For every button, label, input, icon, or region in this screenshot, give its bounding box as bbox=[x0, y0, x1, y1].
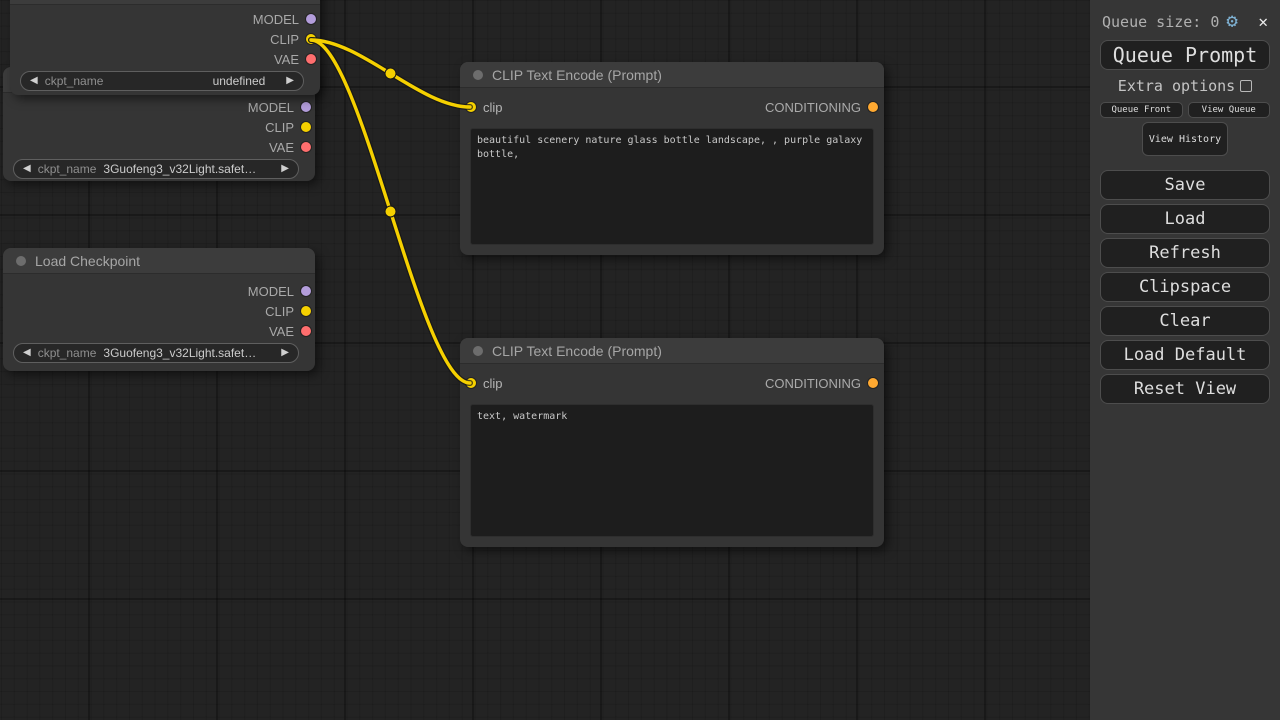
node-canvas[interactable]: MODEL CLIP VAE ◀ ckpt_name 3Guofeng3_v32… bbox=[0, 0, 1280, 720]
extra-options-row: Extra options bbox=[1100, 77, 1270, 95]
close-icon[interactable]: ✕ bbox=[1258, 14, 1268, 30]
slot-label: CLIP bbox=[265, 304, 294, 319]
prev-value-icon[interactable]: ◀ bbox=[23, 348, 31, 358]
widget-value: 3Guofeng3_v32Light.safeten… bbox=[103, 346, 274, 360]
output-slot-vae: VAE bbox=[3, 137, 315, 157]
settings-gear-icon[interactable]: ⚙ bbox=[1226, 12, 1237, 31]
extra-options-label: Extra options bbox=[1118, 77, 1235, 95]
next-value-icon[interactable]: ▶ bbox=[286, 76, 294, 86]
wire-outline bbox=[311, 40, 470, 107]
queue-front-button[interactable]: Queue Front bbox=[1100, 102, 1183, 118]
output-slot-model: MODEL bbox=[3, 97, 315, 117]
collapse-dot-icon[interactable] bbox=[473, 70, 483, 80]
queue-actions-row: Queue Front View Queue bbox=[1100, 102, 1270, 118]
input-slot-label: clip bbox=[483, 100, 503, 115]
node-title: CLIP Text Encode (Prompt) bbox=[492, 67, 662, 83]
widget-value: undefined bbox=[110, 74, 279, 88]
output-slot-clip: CLIP bbox=[3, 301, 315, 321]
view-queue-button[interactable]: View Queue bbox=[1188, 102, 1271, 118]
widget-value: 3Guofeng3_v32Light.safeten… bbox=[103, 162, 274, 176]
wire-outline bbox=[311, 40, 470, 383]
refresh-button[interactable]: Refresh bbox=[1100, 238, 1270, 268]
widget-label: ckpt_name bbox=[38, 346, 97, 360]
output-slot-clip: CLIP bbox=[10, 29, 320, 49]
node-io-row: clip CONDITIONING bbox=[460, 96, 884, 118]
slot-label: MODEL bbox=[248, 284, 294, 299]
output-slot-vae: VAE bbox=[3, 321, 315, 341]
node-title-bar[interactable]: CLIP Text Encode (Prompt) bbox=[460, 338, 884, 364]
node-io-row: clip CONDITIONING bbox=[460, 372, 884, 394]
node-title-bar[interactable]: Load Checkpoint bbox=[3, 248, 315, 274]
model-slot-dot[interactable] bbox=[301, 102, 311, 112]
model-slot-dot[interactable] bbox=[306, 14, 316, 24]
ckpt-name-combo-widget[interactable]: ◀ ckpt_name undefined ▶ bbox=[20, 71, 304, 91]
load-checkpoint-node-bottom[interactable]: Load Checkpoint MODEL CLIP VAE ◀ ckpt_na bbox=[3, 248, 315, 371]
vae-slot-dot[interactable] bbox=[301, 326, 311, 336]
node-title: CLIP Text Encode (Prompt) bbox=[492, 343, 662, 359]
reset-view-button[interactable]: Reset View bbox=[1100, 374, 1270, 404]
vae-slot-dot[interactable] bbox=[306, 54, 316, 64]
vae-slot-dot[interactable] bbox=[301, 142, 311, 152]
conditioning-output-dot[interactable] bbox=[868, 102, 878, 112]
load-checkpoint-node-top[interactable]: MODEL CLIP VAE ◀ ckpt_name undefined ▶ bbox=[10, 0, 320, 95]
clip-input-dot[interactable] bbox=[466, 378, 476, 388]
ckpt-name-combo-widget[interactable]: ◀ ckpt_name 3Guofeng3_v32Light.safeten… … bbox=[13, 343, 299, 363]
clip-input-dot[interactable] bbox=[466, 102, 476, 112]
clip-slot-dot[interactable] bbox=[301, 306, 311, 316]
clipspace-button[interactable]: Clipspace bbox=[1100, 272, 1270, 302]
clip-text-encode-node-negative[interactable]: CLIP Text Encode (Prompt) clip CONDITION… bbox=[460, 338, 884, 547]
prompt-textarea[interactable]: beautiful scenery nature glass bottle la… bbox=[470, 128, 874, 245]
next-value-icon[interactable]: ▶ bbox=[281, 164, 289, 174]
slot-label: VAE bbox=[269, 140, 294, 155]
extra-options-checkbox[interactable] bbox=[1240, 80, 1252, 92]
slot-label: VAE bbox=[274, 52, 299, 67]
output-slot-label: CONDITIONING bbox=[765, 376, 861, 391]
node-title: Load Checkpoint bbox=[35, 253, 140, 269]
slot-label: CLIP bbox=[270, 32, 299, 47]
prev-value-icon[interactable]: ◀ bbox=[30, 76, 38, 86]
clip-slot-dot[interactable] bbox=[301, 122, 311, 132]
collapse-dot-icon[interactable] bbox=[16, 256, 26, 266]
clip-wire-bottom bbox=[311, 40, 470, 383]
collapse-dot-icon[interactable] bbox=[473, 346, 483, 356]
widget-label: ckpt_name bbox=[45, 74, 104, 88]
load-button[interactable]: Load bbox=[1100, 204, 1270, 234]
app-window: MODEL CLIP VAE ◀ ckpt_name 3Guofeng3_v32… bbox=[0, 0, 1280, 720]
prev-value-icon[interactable]: ◀ bbox=[23, 164, 31, 174]
output-slot-vae: VAE bbox=[10, 49, 320, 69]
prompt-textarea[interactable]: text, watermark bbox=[470, 404, 874, 537]
widget-label: ckpt_name bbox=[38, 162, 97, 176]
view-history-button[interactable]: View History bbox=[1142, 122, 1228, 156]
load-default-button[interactable]: Load Default bbox=[1100, 340, 1270, 370]
queue-prompt-button[interactable]: Queue Prompt bbox=[1100, 40, 1270, 70]
ckpt-name-combo-widget[interactable]: ◀ ckpt_name 3Guofeng3_v32Light.safeten… … bbox=[13, 159, 299, 179]
clip-slot-dot[interactable] bbox=[306, 34, 316, 44]
slot-label: VAE bbox=[269, 324, 294, 339]
clear-button[interactable]: Clear bbox=[1100, 306, 1270, 336]
slot-label: CLIP bbox=[265, 120, 294, 135]
model-slot-dot[interactable] bbox=[301, 286, 311, 296]
slot-label: MODEL bbox=[253, 12, 299, 27]
output-slot-model: MODEL bbox=[10, 9, 320, 29]
conditioning-output-dot[interactable] bbox=[868, 378, 878, 388]
node-title-bar[interactable]: CLIP Text Encode (Prompt) bbox=[460, 62, 884, 88]
input-slot-label: clip bbox=[483, 376, 503, 391]
clip-text-encode-node-positive[interactable]: CLIP Text Encode (Prompt) clip CONDITION… bbox=[460, 62, 884, 255]
save-button[interactable]: Save bbox=[1100, 170, 1270, 200]
queue-size-label: Queue size: 0 bbox=[1102, 13, 1219, 31]
wire-midpoint-dot bbox=[385, 68, 396, 79]
output-slot-label: CONDITIONING bbox=[765, 100, 861, 115]
wire-midpoint-dot bbox=[385, 206, 396, 217]
queue-size-row: Queue size: 0 ⚙ ✕ bbox=[1102, 12, 1268, 31]
slot-label: MODEL bbox=[248, 100, 294, 115]
comfy-menu-panel: Queue size: 0 ⚙ ✕ Queue Prompt Extra opt… bbox=[1090, 0, 1280, 720]
next-value-icon[interactable]: ▶ bbox=[281, 348, 289, 358]
output-slot-model: MODEL bbox=[3, 281, 315, 301]
output-slot-clip: CLIP bbox=[3, 117, 315, 137]
clip-wire-top bbox=[311, 40, 470, 107]
